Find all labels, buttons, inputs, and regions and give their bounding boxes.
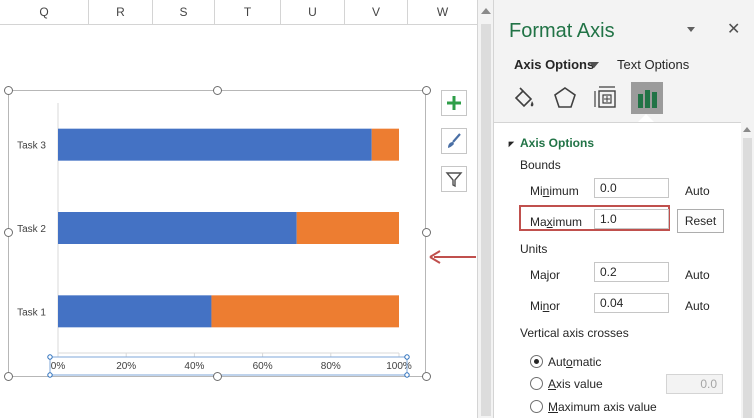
axis-selection-handle[interactable] xyxy=(47,354,53,360)
minor-unit-input[interactable] xyxy=(594,293,669,313)
column-header-r[interactable]: R xyxy=(88,0,152,25)
bar-segment[interactable] xyxy=(371,128,399,161)
x-tick-label[interactable]: 60% xyxy=(253,361,273,372)
spreadsheet-area[interactable]: Q R S T U V W Task 1 Task 2 Task 3 0% 20% 40%… xyxy=(0,0,477,418)
tab-axis-options[interactable]: Axis Options xyxy=(514,57,594,72)
pane-scroll-thumb[interactable] xyxy=(743,138,752,418)
bounds-label: Bounds xyxy=(520,158,561,172)
minimum-label: Minimum xyxy=(530,184,579,198)
pane-scrollbar[interactable] xyxy=(741,122,754,418)
x-tick-label[interactable]: 40% xyxy=(184,361,204,372)
resize-handle-left[interactable] xyxy=(4,228,13,237)
x-tick-label[interactable]: 20% xyxy=(116,361,136,372)
column-header-t[interactable]: T xyxy=(214,0,280,25)
selected-axis-box[interactable] xyxy=(49,356,408,376)
effects-icon[interactable] xyxy=(549,82,581,114)
axis-value-input xyxy=(666,374,723,394)
units-label: Units xyxy=(520,242,548,256)
resize-handle-bottom-right[interactable] xyxy=(422,372,431,381)
reset-button[interactable]: Reset xyxy=(677,209,724,233)
major-unit-input[interactable] xyxy=(594,262,669,282)
selected-tab-pointer xyxy=(638,114,654,122)
radio-axis-value-label[interactable]: Axis value xyxy=(548,377,603,391)
axis-selection-handle[interactable] xyxy=(47,372,53,378)
brush-icon xyxy=(448,133,461,148)
scroll-thumb[interactable] xyxy=(481,24,491,416)
radio-automatic-label[interactable]: Automatic xyxy=(548,355,601,369)
radio-axis-value[interactable] xyxy=(530,377,543,390)
size-properties-icon[interactable] xyxy=(590,82,622,114)
pane-options-chevron-icon[interactable] xyxy=(687,27,695,32)
sheet-vertical-scrollbar[interactable] xyxy=(477,0,494,418)
bar-segment[interactable] xyxy=(58,295,212,328)
maximum-input[interactable] xyxy=(594,209,669,229)
chevron-down-icon[interactable] xyxy=(589,62,599,68)
resize-handle-top-left[interactable] xyxy=(4,86,13,95)
x-tick-label[interactable]: 0% xyxy=(51,361,66,372)
radio-automatic[interactable] xyxy=(530,355,543,368)
resize-handle-bottom-left[interactable] xyxy=(4,372,13,381)
resize-handle-top[interactable] xyxy=(213,86,222,95)
column-header-row: Q R S T U V W xyxy=(0,0,477,25)
pane-title: Format Axis xyxy=(509,20,615,42)
category-label[interactable]: Task 3 xyxy=(17,141,46,152)
column-header-v[interactable]: V xyxy=(344,0,407,25)
major-label: Major xyxy=(530,268,561,282)
minimum-input[interactable] xyxy=(594,178,669,198)
resize-handle-right[interactable] xyxy=(422,228,431,237)
category-label[interactable]: Task 2 xyxy=(17,224,46,235)
section-title-axis-options[interactable]: Axis Options xyxy=(520,136,594,150)
category-label[interactable]: Task 1 xyxy=(17,307,46,318)
minor-status: Auto xyxy=(685,299,710,313)
scroll-up-icon[interactable] xyxy=(481,8,491,14)
minimum-status: Auto xyxy=(685,184,710,198)
x-tick-label[interactable]: 100% xyxy=(386,361,412,372)
bar-segment[interactable] xyxy=(58,128,372,161)
radio-maximum-axis-value-label[interactable]: Maximum axis value xyxy=(548,400,657,414)
arrow-annotation-icon xyxy=(429,250,476,264)
maximum-label: Maximum xyxy=(530,215,583,229)
format-axis-pane: Format Axis ✕ Axis Options Text Options … xyxy=(494,0,754,418)
fill-line-icon[interactable] xyxy=(508,82,540,114)
bar-segment[interactable] xyxy=(211,295,399,328)
radio-maximum-axis-value[interactable] xyxy=(530,400,543,413)
plus-icon xyxy=(447,96,461,110)
column-header-w[interactable]: W xyxy=(407,0,477,25)
chart-plot[interactable]: Task 1 Task 2 Task 3 0% 20% 40% 60% 80% 100% xyxy=(9,91,427,378)
vertical-axis-crosses-label: Vertical axis crosses xyxy=(520,326,629,340)
axis-selection-handle[interactable] xyxy=(404,354,410,360)
chart-filters-button[interactable] xyxy=(441,166,467,192)
pane-scroll-up-icon[interactable] xyxy=(743,127,751,132)
bar-segment[interactable] xyxy=(58,212,297,244)
major-status: Auto xyxy=(685,268,710,282)
column-header-s[interactable]: S xyxy=(152,0,214,25)
resize-handle-bottom[interactable] xyxy=(213,372,222,381)
bar-segment[interactable] xyxy=(296,212,399,244)
filter-icon xyxy=(445,172,463,188)
axis-options-bar-chart-icon[interactable] xyxy=(631,82,663,114)
x-tick-label[interactable]: 80% xyxy=(321,361,341,372)
minor-label: Minor xyxy=(530,299,561,313)
gantt-chart[interactable]: Task 1 Task 2 Task 3 0% 20% 40% 60% 80% 100% xyxy=(8,90,427,378)
column-header-u[interactable]: U xyxy=(280,0,344,25)
column-header-q[interactable]: Q xyxy=(0,0,88,25)
close-icon[interactable]: ✕ xyxy=(727,19,740,39)
chart-elements-button[interactable] xyxy=(441,90,467,116)
axis-selection-handle[interactable] xyxy=(404,372,410,378)
chart-styles-button[interactable] xyxy=(441,128,467,154)
resize-handle-top-right[interactable] xyxy=(422,86,431,95)
tab-text-options[interactable]: Text Options xyxy=(617,57,689,72)
